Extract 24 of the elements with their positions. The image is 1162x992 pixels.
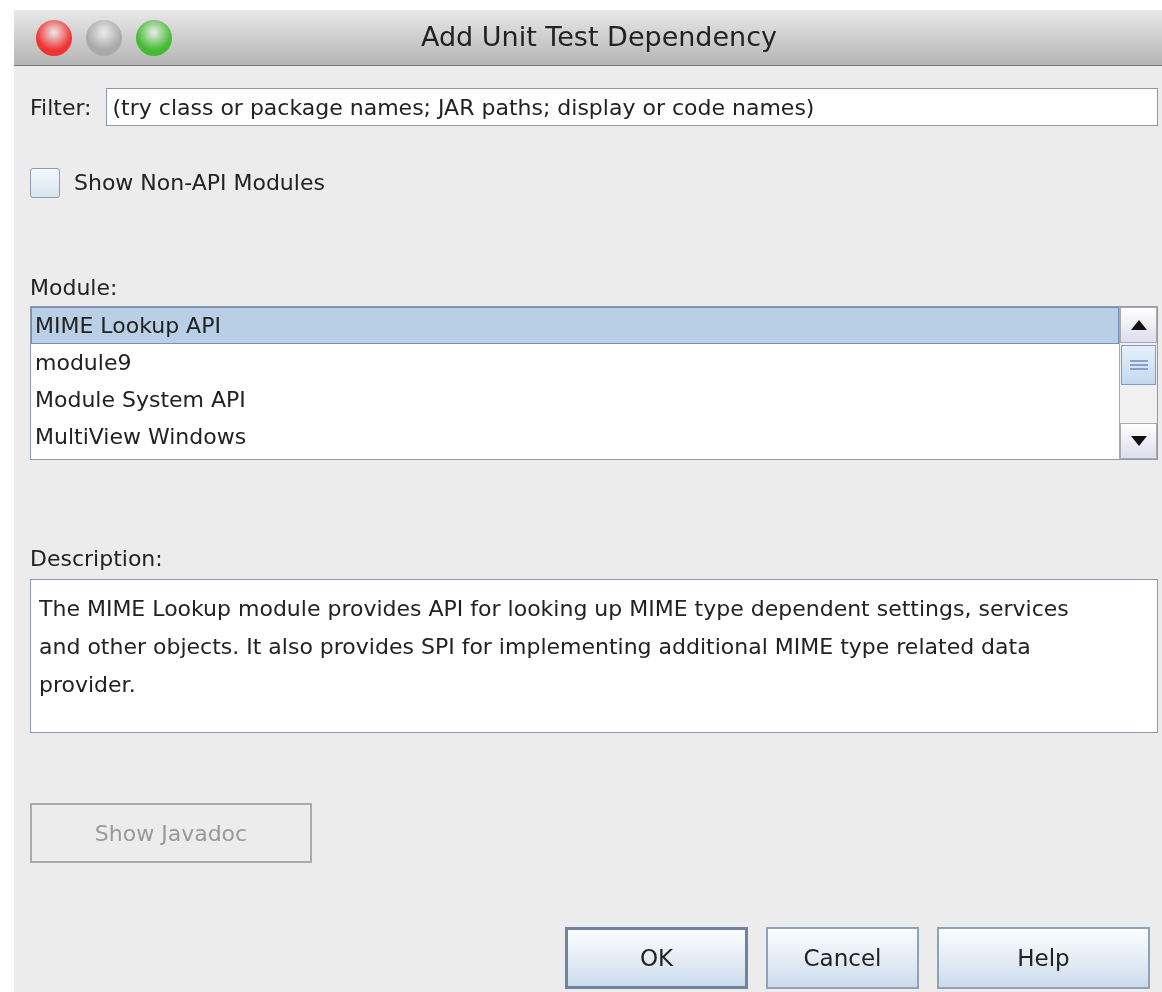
dialog-button[interactable]: Help [937, 927, 1150, 989]
close-button[interactable] [36, 19, 72, 56]
checkbox-label: Show Non-API Modules [74, 169, 325, 197]
filter-field[interactable]: (try class or package names; JAR paths; display or code names) [105, 88, 1158, 126]
dialog-button[interactable]: OK [565, 927, 748, 989]
scroll-down-button[interactable] [1120, 423, 1157, 459]
scroll-thumb[interactable] [1121, 345, 1156, 385]
dialog-button[interactable]: Cancel [766, 927, 919, 989]
window-title: Add Unit Test Dependency [419, 20, 779, 55]
checkbox[interactable] [30, 167, 60, 198]
filter-label: Filter: [30, 93, 92, 122]
list-item[interactable]: module9 [31, 344, 1119, 381]
down-arrow-icon [1130, 436, 1147, 446]
description-label: Description: [30, 545, 164, 573]
module-label: Module: [30, 274, 119, 302]
description-text: The MIME Lookup module provides API for looking up MIME type dependent settings, services and other objects. It also provides SPI for implementing additional MIME type related data provider. [30, 579, 1158, 733]
list-item[interactable]: MultiView Windows [31, 418, 1119, 455]
minimize-button[interactable] [86, 19, 122, 56]
scrollbar[interactable] [1119, 307, 1157, 459]
zoom-button[interactable] [136, 19, 172, 56]
list-item[interactable]: MIME Lookup API [31, 307, 1119, 344]
scroll-up-button[interactable] [1120, 307, 1157, 343]
up-arrow-icon [1130, 320, 1147, 330]
list-item[interactable]: Module System API [31, 381, 1119, 418]
